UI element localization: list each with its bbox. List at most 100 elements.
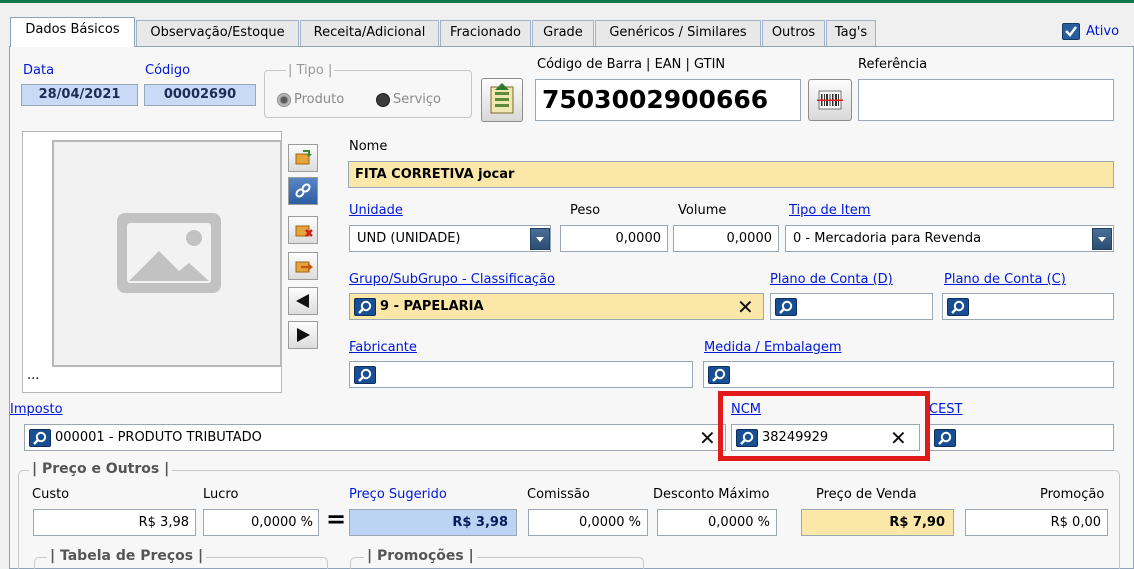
preco-sugerido-field[interactable]: R$ 3,98 xyxy=(349,509,517,536)
grupo-value: 9 - PAPELARIA xyxy=(380,299,484,314)
tab-grade[interactable]: Grade xyxy=(532,20,594,46)
fabricante-field[interactable] xyxy=(349,361,693,388)
image-previous-button[interactable] xyxy=(288,287,318,315)
image-load-button[interactable] xyxy=(288,144,318,172)
search-icon xyxy=(358,368,372,382)
cest-search-button[interactable] xyxy=(934,429,956,447)
plano-conta-d-field[interactable] xyxy=(770,293,933,320)
radio-servico[interactable] xyxy=(376,93,390,107)
peso-value: 0,0000 xyxy=(615,231,662,246)
comissao-field[interactable]: 0,0000 % xyxy=(528,509,648,536)
image-export-button[interactable] xyxy=(288,252,318,280)
tab-tags[interactable]: Tag's xyxy=(826,20,876,46)
tipo-item-link[interactable]: Tipo de Item xyxy=(789,203,870,218)
data-label: Data xyxy=(23,63,55,78)
tab-dados-basicos[interactable]: Dados Básicos xyxy=(10,17,135,47)
imposto-clear-button[interactable]: ✕ xyxy=(699,428,716,448)
promocao-field[interactable]: R$ 0,00 xyxy=(965,509,1108,536)
barcode-label: Código de Barra | EAN | GTIN xyxy=(537,57,726,72)
tipo-item-value: 0 - Mercadoria para Revenda xyxy=(793,231,982,246)
chevron-down-icon xyxy=(1098,237,1106,242)
tipo-item-dropdown-button[interactable] xyxy=(1092,228,1112,250)
plano-conta-c-search-button[interactable] xyxy=(947,298,969,316)
lucro-field[interactable]: 0,0000 % xyxy=(203,509,319,536)
comissao-label: Comissão xyxy=(527,487,590,502)
grupo-field[interactable]: 9 - PAPELARIA ✕ xyxy=(349,293,764,320)
nome-field[interactable]: FITA CORRETIVA jocar xyxy=(348,161,1114,188)
plano-conta-c-link[interactable]: Plano de Conta (C) xyxy=(944,272,1066,287)
plano-conta-c-field[interactable] xyxy=(942,293,1114,320)
folder-load-icon xyxy=(295,150,312,165)
desconto-label: Desconto Máximo xyxy=(653,487,770,502)
tab-receita-adicional[interactable]: Receita/Adicional xyxy=(300,20,439,46)
peso-label: Peso xyxy=(570,203,601,218)
grupo-clear-button[interactable]: ✕ xyxy=(737,297,754,317)
medida-search-button[interactable] xyxy=(708,366,730,384)
volume-label: Volume xyxy=(678,203,727,218)
cest-link[interactable]: CEST xyxy=(929,402,962,417)
unidade-select[interactable]: UND (UNIDADE) xyxy=(349,225,551,252)
radio-produto[interactable] xyxy=(277,93,291,107)
grupo-search-button[interactable] xyxy=(354,298,376,316)
search-icon xyxy=(951,300,965,314)
link-icon xyxy=(295,183,311,198)
unidade-dropdown-button[interactable] xyxy=(530,228,550,250)
radio-servico-label: Serviço xyxy=(393,92,442,107)
folder-remove-icon xyxy=(295,225,313,237)
search-icon xyxy=(358,300,372,314)
generate-barcode-button[interactable] xyxy=(481,78,523,122)
tab-outros[interactable]: Outros xyxy=(762,20,825,46)
promocoes-label: | Promoções | xyxy=(364,548,477,564)
comissao-value: 0,0000 % xyxy=(579,515,641,530)
referencia-field[interactable] xyxy=(858,79,1114,121)
image-placeholder-icon xyxy=(117,213,221,293)
image-remove-button[interactable] xyxy=(288,216,318,244)
imposto-value: 000001 - PRODUTO TRIBUTADO xyxy=(55,430,262,445)
fabricante-link[interactable]: Fabricante xyxy=(349,340,417,355)
medida-embalagem-field[interactable] xyxy=(703,361,1114,388)
plano-conta-d-search-button[interactable] xyxy=(775,298,797,316)
barcode-field[interactable]: 7503002900666 xyxy=(535,79,801,121)
plano-conta-d-link[interactable]: Plano de Conta (D) xyxy=(770,272,893,287)
imposto-search-button[interactable] xyxy=(29,429,51,447)
ativo-checkbox[interactable] xyxy=(1062,23,1080,40)
tab-genericos-similares[interactable]: Genéricos / Similares xyxy=(595,20,761,46)
preco-sugerido-value: R$ 3,98 xyxy=(452,515,508,530)
data-field[interactable]: 28/04/2021 xyxy=(21,84,138,106)
preco-venda-field[interactable]: R$ 7,90 xyxy=(801,509,954,536)
tab-observacao-estoque[interactable]: Observação/Estoque xyxy=(136,20,299,46)
lucro-label: Lucro xyxy=(203,487,239,502)
chevron-down-icon xyxy=(536,237,544,242)
check-icon xyxy=(1065,26,1077,37)
imposto-field[interactable]: 000001 - PRODUTO TRIBUTADO ✕ xyxy=(24,424,726,451)
codigo-field[interactable]: 00002690 xyxy=(144,84,256,106)
desconto-field[interactable]: 0,0000 % xyxy=(657,509,777,536)
ativo-label: Ativo xyxy=(1086,24,1120,39)
fabricante-search-button[interactable] xyxy=(354,366,376,384)
cest-field[interactable] xyxy=(929,424,1114,451)
promocao-label: Promoção xyxy=(1040,487,1105,502)
imposto-link[interactable]: Imposto xyxy=(10,402,63,417)
preco-venda-label: Preço de Venda xyxy=(816,487,917,502)
image-link-button[interactable] xyxy=(288,177,318,205)
arrow-right-icon xyxy=(297,328,310,342)
search-icon xyxy=(33,431,47,445)
volume-field[interactable]: 0,0000 xyxy=(673,225,779,252)
window-top-border xyxy=(0,0,1134,3)
barcode-generate-icon xyxy=(490,83,514,114)
medida-embalagem-link[interactable]: Medida / Embalagem xyxy=(704,340,842,355)
referencia-label: Referência xyxy=(858,57,928,72)
custo-value: R$ 3,98 xyxy=(138,515,189,530)
tipo-item-select[interactable]: 0 - Mercadoria para Revenda xyxy=(785,225,1114,252)
product-image-placeholder[interactable] xyxy=(52,140,282,367)
custo-field[interactable]: R$ 3,98 xyxy=(33,509,196,536)
peso-field[interactable]: 0,0000 xyxy=(560,225,668,252)
image-next-button[interactable] xyxy=(288,321,318,349)
unidade-value: UND (UNIDADE) xyxy=(357,231,461,246)
unidade-link[interactable]: Unidade xyxy=(349,203,403,218)
tab-fracionado[interactable]: Fracionado xyxy=(440,20,531,46)
tipo-label: | Tipo | xyxy=(286,63,335,78)
preco-venda-value: R$ 7,90 xyxy=(889,515,945,530)
barcode-scanner-button[interactable] xyxy=(808,79,852,121)
grupo-link[interactable]: Grupo/SubGrupo - Classificação xyxy=(349,272,555,287)
